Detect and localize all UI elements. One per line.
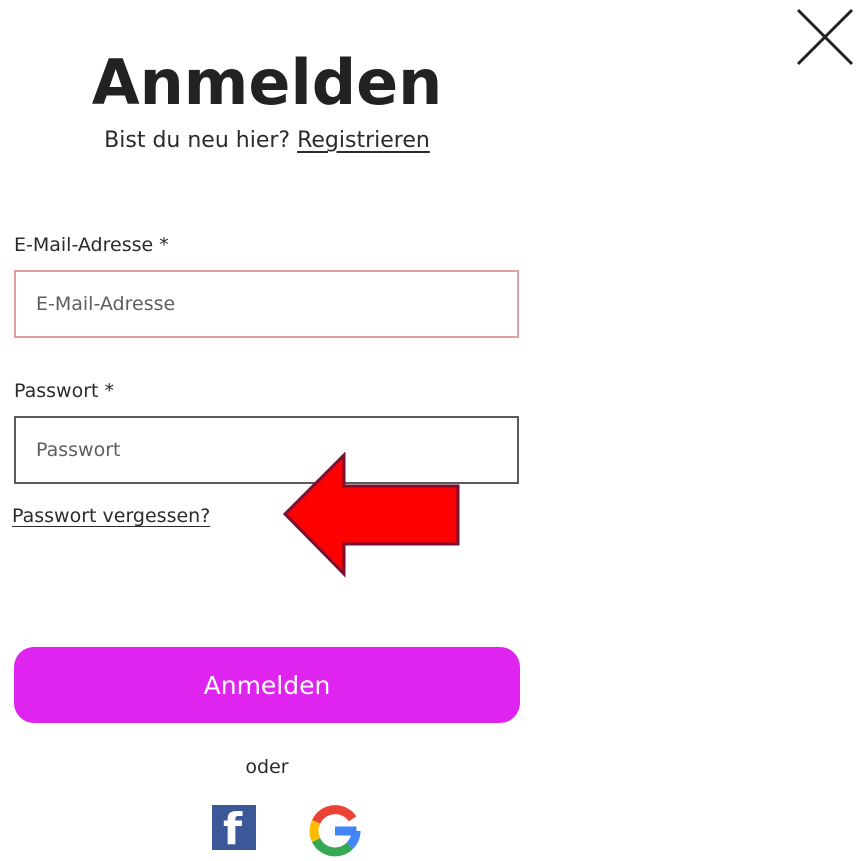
google-login-button[interactable]: [309, 805, 361, 857]
password-label: Passwort *: [14, 380, 115, 402]
page-title: Anmelden: [91, 46, 443, 119]
register-prompt: Bist du neu hier? Registrieren: [0, 124, 534, 158]
login-submit-button[interactable]: Anmelden: [14, 647, 520, 723]
facebook-icon: f: [223, 805, 243, 850]
close-icon: [796, 8, 854, 66]
forgot-password-link[interactable]: Passwort vergessen?: [12, 502, 210, 530]
google-icon: [309, 805, 361, 857]
close-button[interactable]: [794, 6, 856, 68]
divider-text: oder: [245, 756, 289, 778]
email-label: E-Mail-Adresse *: [14, 234, 169, 256]
red-arrow-icon: [282, 452, 460, 578]
register-link[interactable]: Registrieren: [297, 128, 430, 153]
facebook-login-button[interactable]: f: [212, 805, 256, 850]
email-input[interactable]: [14, 270, 519, 338]
register-prompt-text: Bist du neu hier?: [104, 128, 291, 153]
